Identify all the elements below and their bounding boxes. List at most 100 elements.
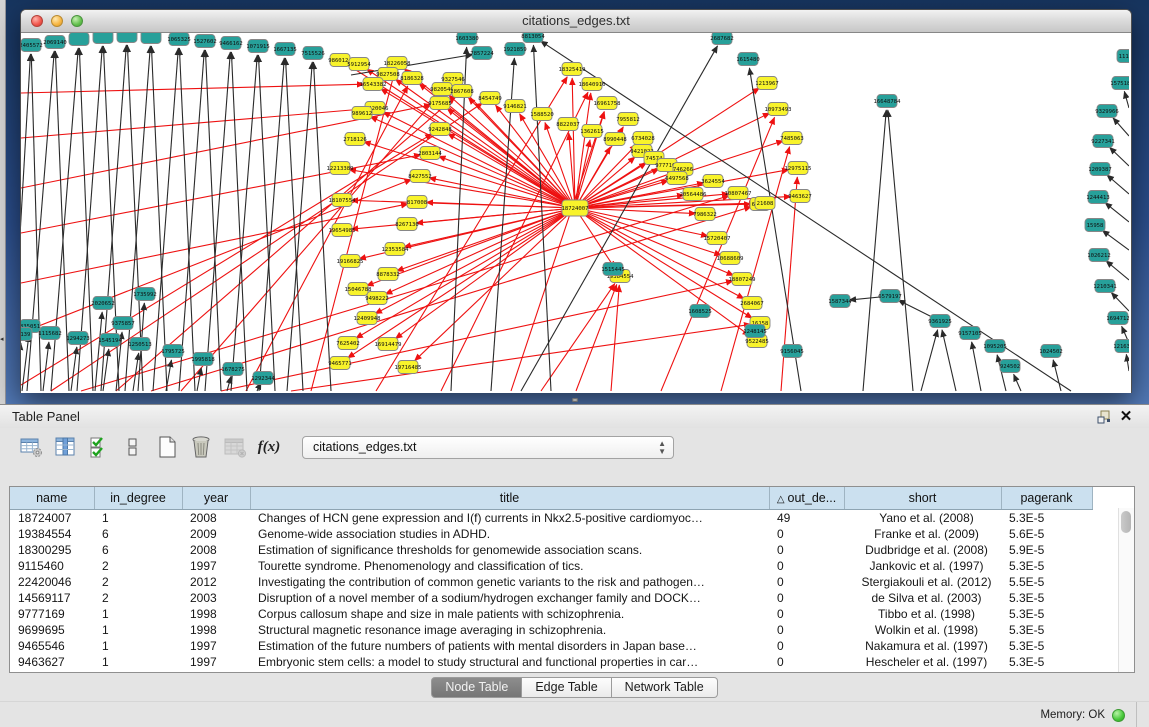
table-cell[interactable]: Estimation of the future numbers of pati… bbox=[250, 638, 769, 654]
delete-column-icon[interactable] bbox=[186, 432, 216, 462]
table-cell[interactable]: Structural magnetic resonance image aver… bbox=[250, 622, 769, 638]
table-cell[interactable]: Hescheler et al. (1997) bbox=[844, 654, 1001, 670]
table-cell[interactable]: 9699695 bbox=[10, 622, 94, 638]
black-edge[interactable] bbox=[205, 52, 230, 391]
table-cell[interactable]: 0 bbox=[769, 654, 844, 670]
column-header-short[interactable]: short bbox=[844, 487, 1001, 510]
table-scrollbar[interactable] bbox=[1118, 508, 1134, 672]
table-cell[interactable]: 5.3E-5 bbox=[1001, 590, 1092, 606]
row-height-icon[interactable] bbox=[118, 432, 148, 462]
red-edge[interactable] bbox=[291, 324, 751, 391]
table-cell[interactable]: 0 bbox=[769, 590, 844, 606]
show-columns-icon[interactable] bbox=[50, 432, 80, 462]
black-edge[interactable] bbox=[1014, 374, 1021, 391]
red-edge[interactable] bbox=[51, 103, 483, 391]
black-edge[interactable] bbox=[1113, 118, 1129, 136]
red-edge[interactable] bbox=[395, 208, 575, 339]
table-cell[interactable]: 1997 bbox=[182, 558, 250, 574]
table-cell[interactable]: 0 bbox=[769, 622, 844, 638]
table-cell[interactable]: 5.3E-5 bbox=[1001, 654, 1092, 670]
table-cell[interactable]: 22420046 bbox=[10, 574, 94, 590]
table-cell[interactable]: 5.3E-5 bbox=[1001, 510, 1092, 527]
black-edge[interactable] bbox=[1107, 175, 1129, 194]
column-header-pagerank[interactable]: pagerank bbox=[1001, 487, 1092, 510]
table-row[interactable]: 977716911998Corpus callosum shape and si… bbox=[10, 606, 1092, 622]
column-header-in-degree[interactable]: in_degree bbox=[94, 487, 182, 510]
red-edge[interactable] bbox=[21, 155, 421, 233]
black-edge[interactable] bbox=[1109, 147, 1129, 166]
red-edge[interactable] bbox=[370, 117, 575, 208]
table-cell[interactable]: Disruption of a novel member of a sodium… bbox=[250, 590, 769, 606]
black-edge[interactable] bbox=[313, 62, 331, 391]
black-edge[interactable] bbox=[1111, 292, 1129, 311]
select-columns-icon[interactable] bbox=[84, 432, 114, 462]
table-cell[interactable]: 0 bbox=[769, 558, 844, 574]
column-header-title[interactable]: title bbox=[250, 487, 769, 510]
table-cell[interactable]: 2 bbox=[94, 590, 182, 606]
zoom-window-icon[interactable] bbox=[71, 15, 83, 27]
table-cell[interactable]: 9465546 bbox=[10, 638, 94, 654]
table-cell[interactable]: Nakamura et al. (1997) bbox=[844, 638, 1001, 654]
table-cell[interactable]: 2009 bbox=[182, 526, 250, 542]
table-cell[interactable]: 5.3E-5 bbox=[1001, 606, 1092, 622]
red-edge[interactable] bbox=[21, 84, 364, 93]
black-edge[interactable] bbox=[1053, 360, 1061, 391]
table-row[interactable]: 911546021997Tourette syndrome. Phenomeno… bbox=[10, 558, 1092, 574]
table-cell[interactable]: 2 bbox=[94, 558, 182, 574]
table-row[interactable]: 1938455462009Genome-wide association stu… bbox=[10, 526, 1092, 542]
function-builder-icon[interactable]: f(x) bbox=[254, 432, 284, 462]
delete-table-icon[interactable] bbox=[220, 432, 250, 462]
black-edge[interactable] bbox=[1102, 230, 1129, 250]
table-cell[interactable]: Dudbridge et al. (2008) bbox=[844, 542, 1001, 558]
table-cell[interactable]: 1 bbox=[94, 654, 182, 670]
black-edge[interactable] bbox=[31, 54, 41, 391]
table-cell[interactable]: Tourette syndrome. Phenomenology and cla… bbox=[250, 558, 769, 574]
table-cell[interactable]: Yano et al. (2008) bbox=[844, 510, 1001, 527]
red-edge[interactable] bbox=[348, 208, 575, 358]
tab-edge-table[interactable]: Edge Table bbox=[522, 677, 611, 698]
black-edge[interactable] bbox=[942, 330, 956, 391]
table-cell[interactable]: 0 bbox=[769, 542, 844, 558]
table-cell[interactable]: 5.5E-5 bbox=[1001, 574, 1092, 590]
table-cell[interactable]: Changes of HCN gene expression and I(f) … bbox=[250, 510, 769, 527]
red-edge[interactable] bbox=[576, 284, 617, 391]
black-edge[interactable] bbox=[1124, 91, 1129, 108]
create-column-icon[interactable] bbox=[152, 432, 182, 462]
table-cell[interactable]: 1 bbox=[94, 606, 182, 622]
table-cell[interactable]: de Silva et al. (2003) bbox=[844, 590, 1001, 606]
black-edge[interactable] bbox=[521, 46, 718, 391]
table-cell[interactable]: 1 bbox=[94, 510, 182, 527]
table-cell[interactable]: 9777169 bbox=[10, 606, 94, 622]
network-canvas[interactable]: 1872400798601245912954182260589827508165… bbox=[21, 33, 1129, 393]
table-cell[interactable]: 2 bbox=[94, 574, 182, 590]
black-edge[interactable] bbox=[863, 110, 886, 391]
black-edge[interactable] bbox=[1126, 354, 1129, 371]
panel-collapse-arrow-icon[interactable]: ◂ bbox=[0, 336, 4, 343]
black-edge[interactable] bbox=[888, 110, 913, 391]
network-node[interactable] bbox=[93, 33, 113, 44]
table-cell[interactable]: 0 bbox=[769, 574, 844, 590]
column-header-name[interactable]: name bbox=[10, 487, 94, 510]
table-row[interactable]: 946554611997Estimation of the future num… bbox=[10, 638, 1092, 654]
black-edge[interactable] bbox=[259, 58, 284, 391]
tab-node-table[interactable]: Node Table bbox=[431, 677, 522, 698]
table-cell[interactable]: Franke et al. (2009) bbox=[844, 526, 1001, 542]
black-edge[interactable] bbox=[205, 50, 221, 391]
table-cell[interactable]: 1997 bbox=[182, 638, 250, 654]
black-edge[interactable] bbox=[972, 342, 981, 391]
table-cell[interactable]: Stergiakouli et al. (2012) bbox=[844, 574, 1001, 590]
table-cell[interactable]: 2008 bbox=[182, 510, 250, 527]
table-cell[interactable]: Embryonic stem cells: a model to study s… bbox=[250, 654, 769, 670]
black-edge[interactable] bbox=[1106, 261, 1129, 280]
table-cell[interactable]: 5.3E-5 bbox=[1001, 558, 1092, 574]
network-node[interactable] bbox=[69, 33, 89, 46]
table-cell[interactable]: Jankovic et al. (1997) bbox=[844, 558, 1001, 574]
table-cell[interactable]: Wolkin et al. (1998) bbox=[844, 622, 1001, 638]
table-cell[interactable]: 2008 bbox=[182, 542, 250, 558]
table-row[interactable]: 1456911722003Disruption of a novel membe… bbox=[10, 590, 1092, 606]
close-panel-icon[interactable]: ✕ bbox=[1115, 408, 1137, 426]
table-cell[interactable]: 9463627 bbox=[10, 654, 94, 670]
table-cell[interactable]: 1998 bbox=[182, 622, 250, 638]
table-cell[interactable]: 5.3E-5 bbox=[1001, 638, 1092, 654]
table-cell[interactable]: 6 bbox=[94, 542, 182, 558]
